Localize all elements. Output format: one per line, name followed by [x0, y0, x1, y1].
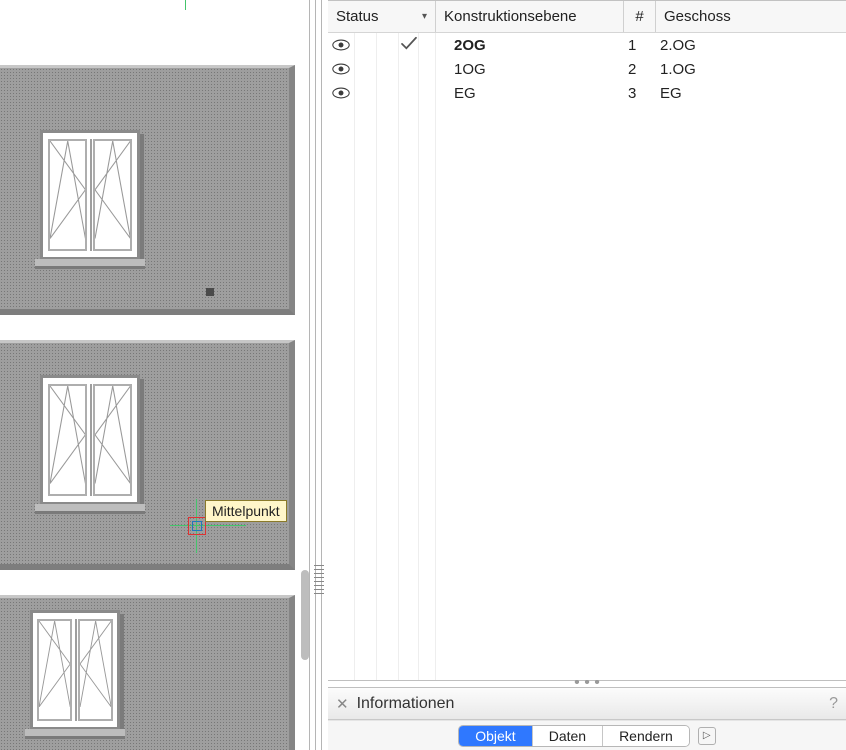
story-table[interactable]: Status ▾ Konstruktionsebene # Geschoss 2… — [328, 0, 846, 680]
cell-konstruktionsebene: 2OG — [436, 37, 624, 54]
cell-geschoss: 2.OG — [656, 37, 846, 54]
table-row[interactable]: EG 3 EG — [328, 81, 846, 105]
info-panel-title: Informationen — [357, 695, 455, 713]
column-header-index[interactable]: # — [624, 1, 656, 32]
segmented-control: Objekt Daten Rendern — [458, 725, 690, 747]
tab-rendern[interactable]: Rendern — [602, 726, 689, 746]
tab-objekt[interactable]: Objekt — [459, 726, 531, 746]
cell-geschoss: EG — [656, 85, 846, 102]
column-header-geschoss[interactable]: Geschoss — [656, 1, 846, 32]
collapse-toggle-icon[interactable]: ▷ — [698, 727, 716, 745]
active-check-icon — [400, 36, 418, 54]
viewport-scrollbar[interactable] — [301, 10, 309, 640]
info-tab-bar: Objekt Daten Rendern ▷ — [328, 720, 846, 750]
cell-konstruktionsebene: 1OG — [436, 61, 624, 78]
help-icon[interactable]: ? — [829, 695, 838, 713]
dropdown-icon[interactable]: ▾ — [422, 11, 427, 22]
table-row[interactable]: 1OG 2 1.OG — [328, 57, 846, 81]
snap-cursor — [188, 517, 206, 535]
building-facade — [0, 5, 300, 745]
cell-index: 3 — [624, 85, 656, 102]
table-row[interactable]: 2OG 1 2.OG — [328, 33, 846, 57]
column-header-status[interactable]: Status ▾ — [328, 1, 436, 32]
window-element[interactable] — [30, 610, 120, 730]
window-element[interactable] — [40, 130, 140, 260]
snap-tooltip: Mittelpunkt — [205, 500, 287, 522]
cell-geschoss: 1.OG — [656, 61, 846, 78]
info-panel-header[interactable]: ✕ Informationen ? — [328, 688, 846, 720]
cell-index: 2 — [624, 61, 656, 78]
close-icon[interactable]: ✕ — [336, 695, 349, 713]
horizontal-splitter[interactable]: • • • — [328, 680, 846, 688]
visibility-eye-icon[interactable] — [332, 63, 350, 75]
vertical-splitter[interactable] — [310, 0, 328, 750]
table-header-row: Status ▾ Konstruktionsebene # Geschoss — [328, 1, 846, 33]
column-header-label: Status — [336, 8, 379, 25]
visibility-eye-icon[interactable] — [332, 39, 350, 51]
3d-viewport[interactable]: Mittelpunkt — [0, 0, 310, 750]
column-header-konstruktionsebene[interactable]: Konstruktionsebene — [436, 1, 624, 32]
cell-konstruktionsebene: EG — [436, 85, 624, 102]
tab-daten[interactable]: Daten — [532, 726, 602, 746]
cell-index: 1 — [624, 37, 656, 54]
scrollbar-thumb[interactable] — [301, 570, 309, 660]
splitter-grip[interactable] — [314, 565, 324, 595]
visibility-eye-icon[interactable] — [332, 87, 350, 99]
window-element[interactable] — [40, 375, 140, 505]
